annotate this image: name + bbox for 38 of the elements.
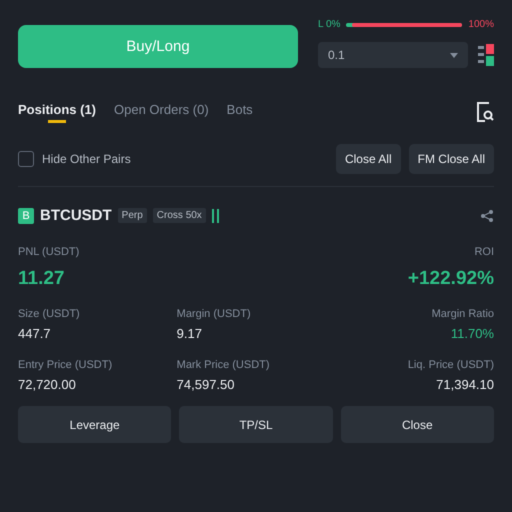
size-select[interactable]: 0.1 (318, 42, 468, 68)
stat-value: 9.17 (176, 326, 203, 341)
stat-value: 74,597.50 (176, 377, 236, 392)
roi-value: +122.92% (408, 268, 494, 290)
stat-value: 11.70% (450, 326, 494, 341)
share-icon[interactable] (480, 208, 494, 222)
stat-value: 447.7 (18, 326, 52, 341)
tab[interactable]: Open Orders (0) (114, 102, 209, 122)
tab[interactable]: Bots (226, 102, 253, 122)
caret-icon (450, 52, 458, 58)
stat-value: 72,720.00 (18, 377, 77, 392)
position-action-button[interactable]: Close (340, 406, 494, 443)
pnl-label: PNL (USDT) (18, 246, 80, 258)
close-all-button[interactable]: Close All (336, 144, 401, 174)
stat-label: Margin Ratio (430, 308, 494, 320)
checkbox-label: Hide Other Pairs (42, 152, 131, 166)
position-action-button[interactable]: Leverage (18, 406, 172, 443)
bars-icon (212, 208, 220, 222)
roi-label: ROI (474, 246, 494, 258)
stat-label: Mark Price (USDT) (176, 359, 271, 371)
pnl-value: 11.27 (18, 268, 64, 290)
position-action-button[interactable]: TP/SL (179, 406, 333, 443)
stat-label: Liq. Price (USDT) (406, 359, 494, 371)
symbol: BTCUSDT (40, 207, 112, 224)
short-ratio: 100% (468, 19, 494, 30)
checkbox[interactable] (18, 151, 34, 167)
tag: Cross 50x (152, 208, 206, 223)
stat-value: 71,394.10 (435, 377, 494, 392)
tag: Perp (118, 208, 147, 223)
stat-label: Entry Price (USDT) (18, 359, 114, 371)
stat-label: Margin (USDT) (176, 308, 252, 320)
tab[interactable]: Positions (1) (18, 102, 96, 122)
stat-label: Size (USDT) (18, 308, 81, 320)
long-ratio: L 0% (318, 19, 340, 30)
document-search-icon[interactable] (476, 102, 494, 122)
close-all-button[interactable]: FM Close All (408, 144, 494, 174)
side-badge: B (18, 208, 34, 224)
order-book-layout-icon[interactable] (478, 44, 494, 66)
